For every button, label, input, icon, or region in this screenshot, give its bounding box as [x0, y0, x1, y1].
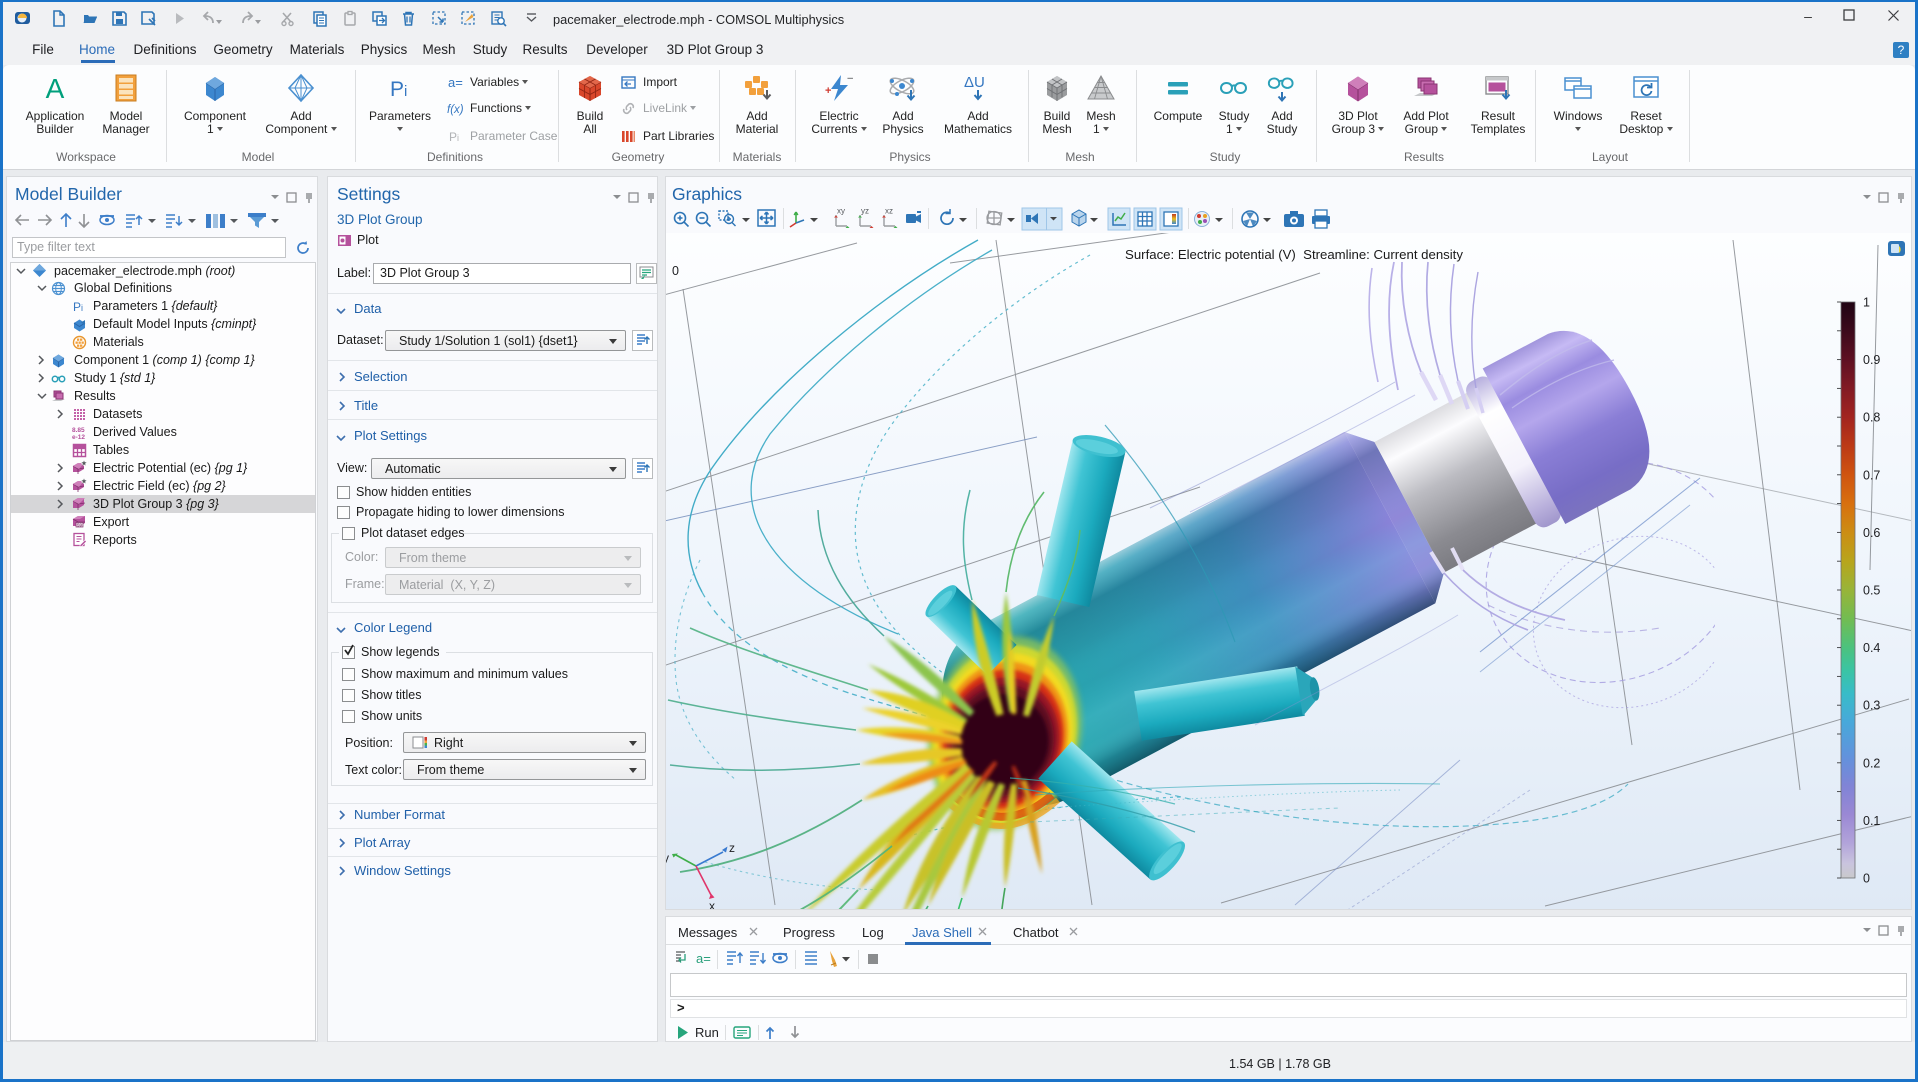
svg-text:0: 0 [672, 264, 679, 278]
svg-text:59: 59 [77, 523, 83, 528]
svg-text:xy: xy [837, 207, 845, 216]
svg-text:1: 1 [1863, 296, 1870, 310]
svg-text:f(x): f(x) [447, 104, 464, 116]
svg-text:−: − [847, 73, 853, 85]
svg-text:a=: a= [696, 951, 711, 966]
svg-text:+: + [825, 85, 831, 97]
svg-text:i: i [404, 83, 407, 100]
svg-text:0.8: 0.8 [1863, 411, 1880, 425]
svg-text:0.2: 0.2 [1863, 756, 1880, 770]
svg-text:Surface: Electric potential (V: Surface: Electric potential (V) Streamli… [1125, 247, 1463, 262]
svg-text:a=: a= [448, 75, 463, 90]
svg-text:i: i [81, 303, 83, 313]
svg-text:0.9: 0.9 [1863, 353, 1880, 367]
svg-text:0: 0 [1863, 872, 1870, 886]
svg-text:x: x [709, 899, 715, 909]
svg-text:ΔU: ΔU [964, 74, 985, 91]
svg-text:e-12: e-12 [72, 434, 85, 440]
svg-text:A: A [46, 73, 65, 104]
svg-text:8.85: 8.85 [72, 427, 85, 434]
svg-text:0.5: 0.5 [1863, 584, 1880, 598]
svg-text:0.7: 0.7 [1863, 468, 1880, 482]
svg-text:yz: yz [861, 207, 869, 216]
svg-text:0.1: 0.1 [1863, 814, 1880, 828]
svg-text:0.3: 0.3 [1863, 699, 1880, 713]
svg-text:xz: xz [885, 207, 893, 216]
svg-text:Run: Run [695, 1025, 719, 1040]
svg-text:0.4: 0.4 [1863, 641, 1880, 655]
svg-text:z: z [729, 841, 735, 855]
svg-text:P: P [73, 300, 81, 314]
svg-text:P: P [390, 78, 404, 101]
svg-text:Pi: Pi [449, 130, 459, 144]
svg-text:0.6: 0.6 [1863, 526, 1880, 540]
svg-text:y: y [666, 851, 669, 865]
